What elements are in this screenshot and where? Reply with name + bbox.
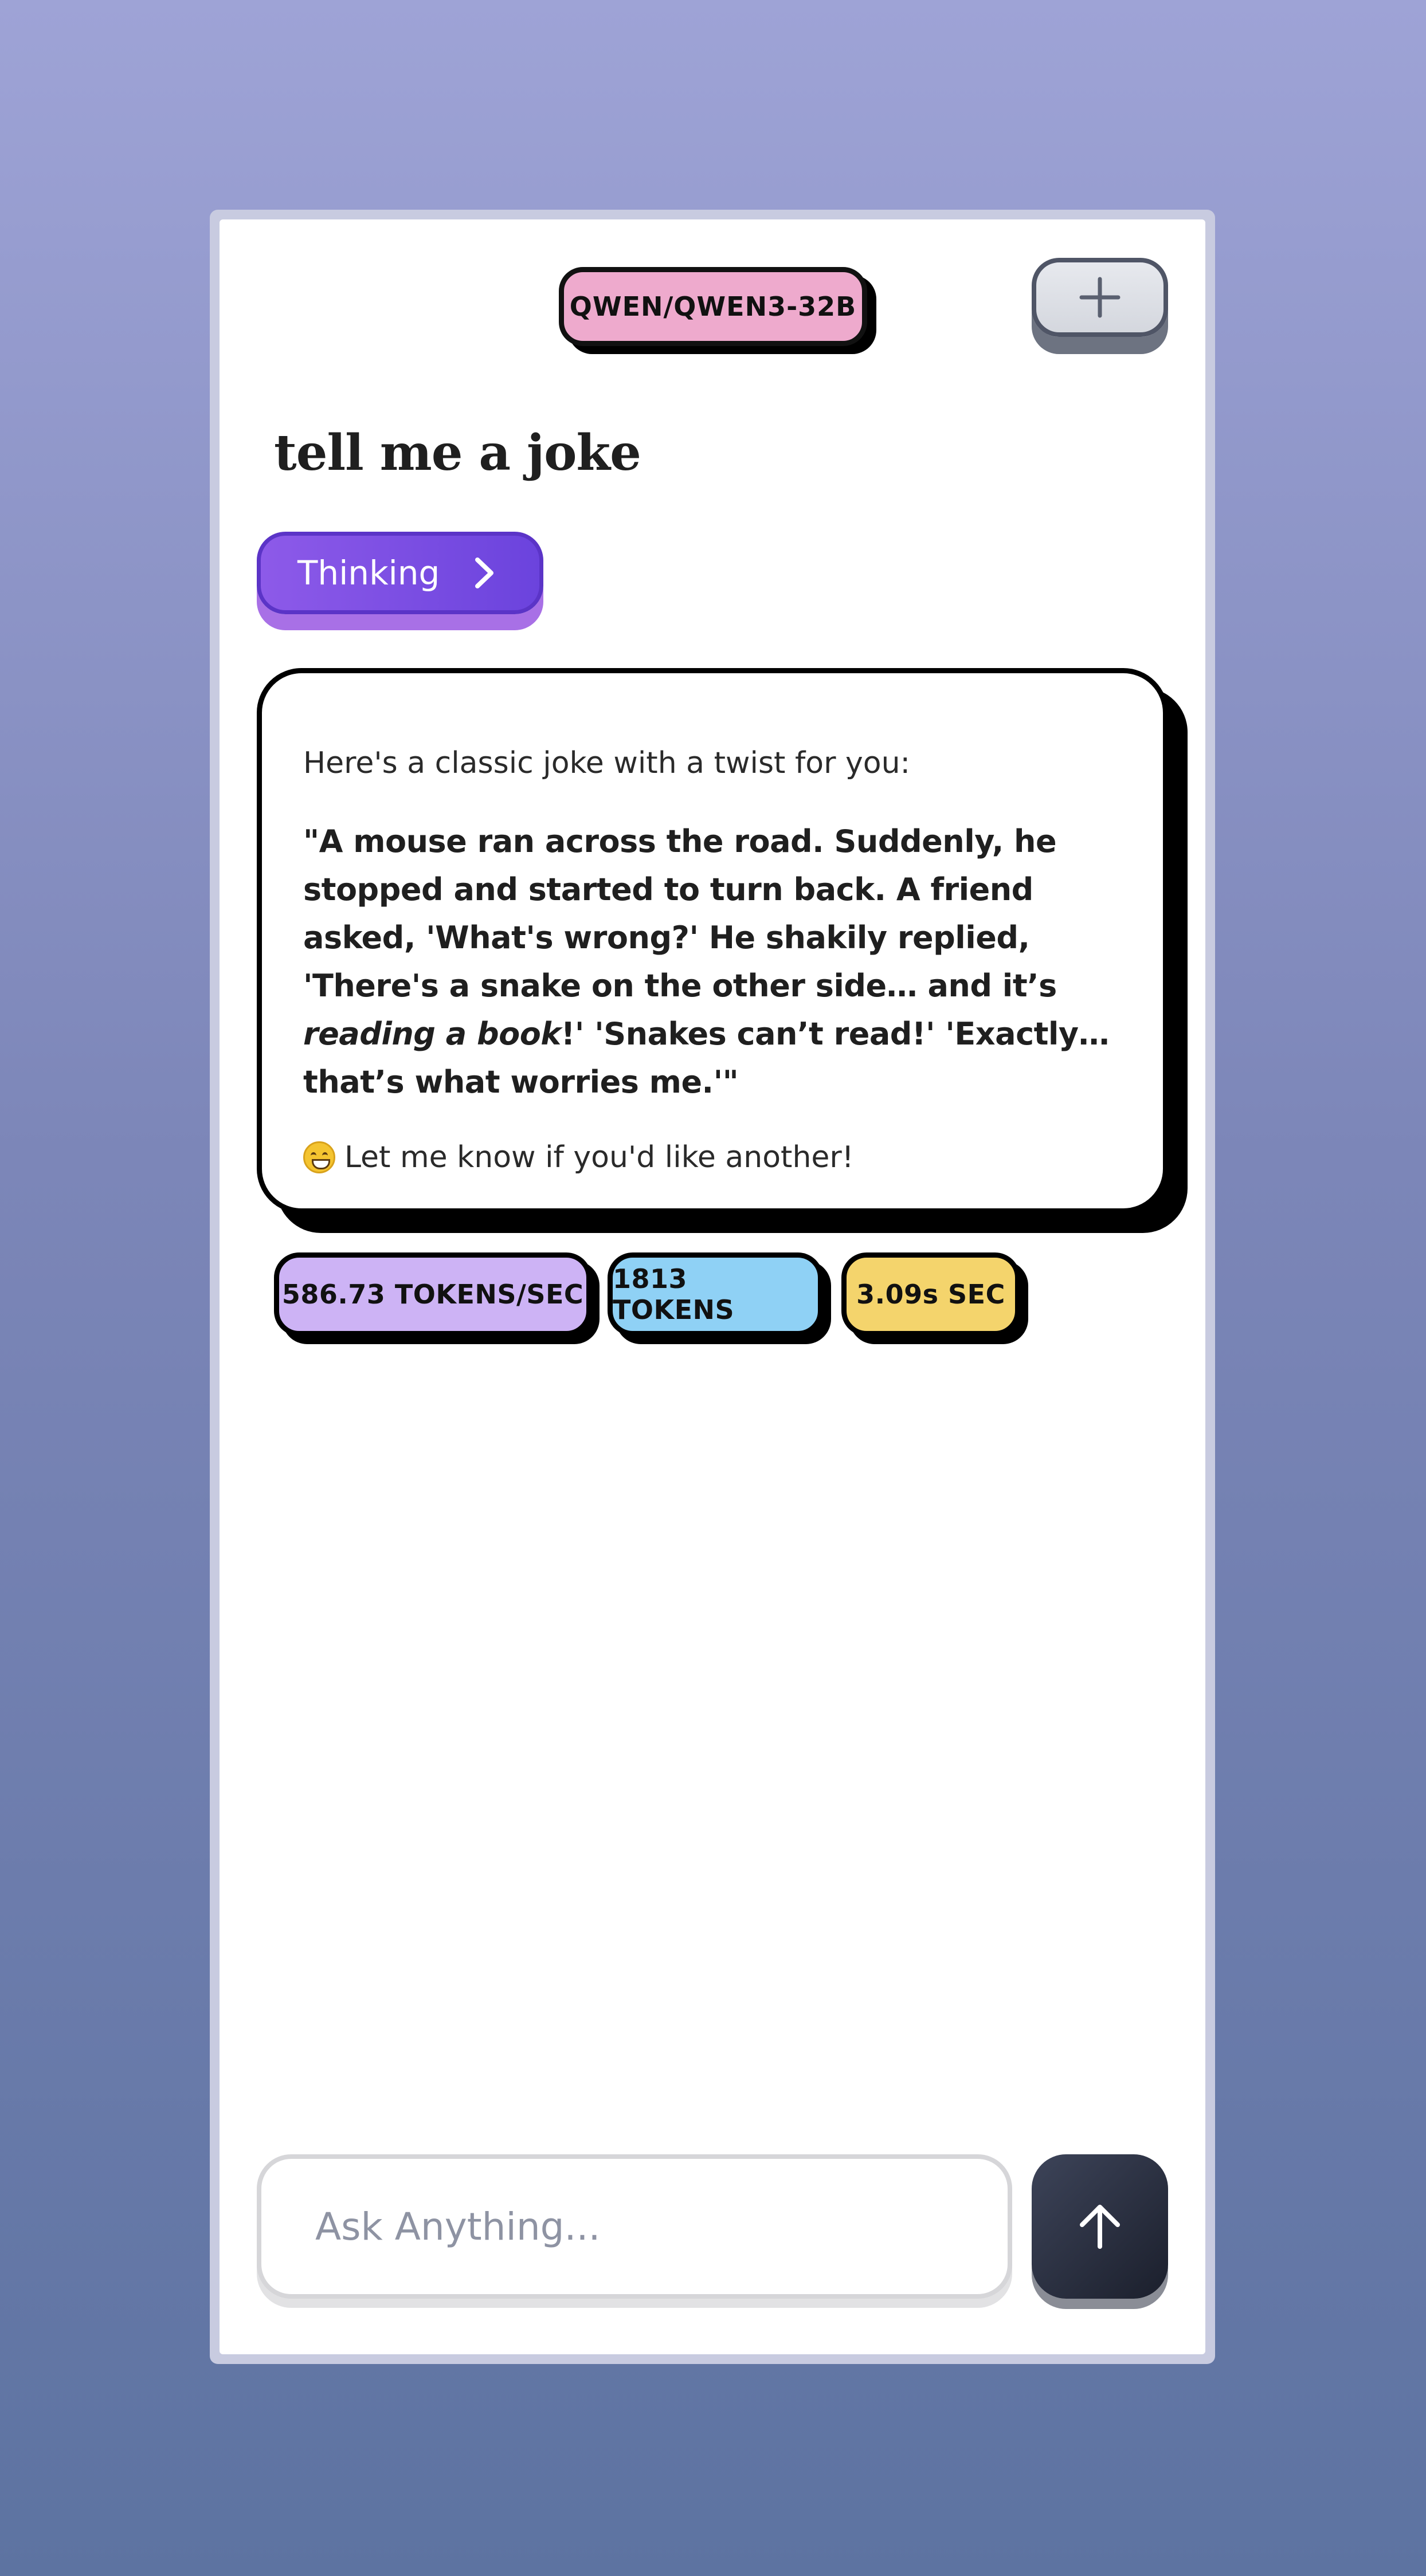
response-outro: Let me know if you'd like another! bbox=[303, 1138, 1122, 1177]
tokens-per-sec-value: 586.73 TOKENS/SEC bbox=[281, 1279, 584, 1310]
token-count-value: 1813 TOKENS bbox=[613, 1263, 735, 1325]
grinning-face-emoji-icon bbox=[303, 1141, 335, 1174]
new-chat-button[interactable] bbox=[1032, 258, 1168, 337]
message-input-container bbox=[257, 2154, 1012, 2299]
duration-badge: 3.09s SEC bbox=[841, 1252, 1020, 1336]
user-prompt: tell me a joke bbox=[274, 424, 641, 482]
plus-icon bbox=[1079, 277, 1121, 318]
thinking-label: Thinking bbox=[297, 553, 440, 592]
chevron-right-icon bbox=[472, 556, 497, 590]
send-button[interactable] bbox=[1032, 2154, 1168, 2299]
message-input[interactable] bbox=[261, 2159, 1008, 2294]
assistant-response-card: Here's a classic joke with a twist for y… bbox=[257, 668, 1168, 1214]
token-count-badge: 1813 TOKENS bbox=[608, 1252, 823, 1336]
joke-emphasis: reading a book bbox=[303, 1015, 561, 1052]
response-intro: Here's a classic joke with a twist for y… bbox=[303, 746, 911, 780]
model-selector[interactable]: QWEN/QWEN3-32B bbox=[559, 267, 867, 346]
arrow-up-icon bbox=[1080, 2205, 1120, 2249]
response-joke: "A mouse ran across the road. Suddenly, … bbox=[303, 818, 1122, 1106]
tokens-per-sec-badge: 586.73 TOKENS/SEC bbox=[274, 1252, 591, 1336]
model-name: QWEN/QWEN3-32B bbox=[569, 291, 857, 322]
thinking-toggle[interactable]: Thinking bbox=[257, 532, 543, 614]
joke-text-start: "A mouse ran across the road. Suddenly, … bbox=[303, 823, 1057, 1004]
duration-value: 3.09s SEC bbox=[856, 1279, 1005, 1310]
outro-text: Let me know if you'd like another! bbox=[344, 1140, 854, 1175]
